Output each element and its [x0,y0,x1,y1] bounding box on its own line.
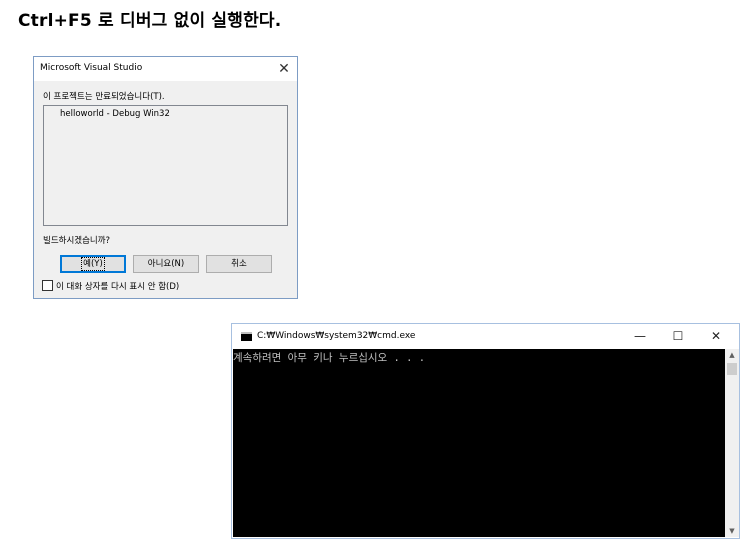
list-item[interactable]: helloworld - Debug Win32 [60,109,170,119]
cancel-button-label: 취소 [231,259,247,269]
page-heading: Ctrl+F5 로 디버그 없이 실행한다. [18,11,282,31]
cmd-console-window: C:₩Windows₩system32₩cmd.exe — ☐ ✕ 계속하려면 … [231,323,740,539]
scroll-up-icon[interactable]: ▲ [725,349,739,361]
outdated-message: 이 프로젝트는 만료되었습니다(T). [43,92,165,102]
maximize-icon[interactable]: ☐ [659,324,697,349]
no-button-label: 아니요(N) [147,259,185,269]
console-screen[interactable]: 계속하려면 아무 키나 누르십시오 . . . [233,349,725,537]
vertical-scrollbar[interactable]: ▲ ▼ [725,349,739,537]
console-output: 계속하려면 아무 키나 누르십시오 . . . [233,352,426,364]
scrollbar-thumb[interactable] [727,363,737,375]
console-titlebar[interactable]: C:₩Windows₩system32₩cmd.exe — ☐ ✕ [232,324,739,349]
cancel-button[interactable]: 취소 [206,255,272,273]
close-icon[interactable]: ✕ [697,324,735,349]
dialog-title: Microsoft Visual Studio [40,63,143,73]
dont-show-again-checkbox[interactable] [42,280,53,291]
scroll-down-icon[interactable]: ▼ [725,525,739,537]
project-listbox[interactable]: helloworld - Debug Win32 [43,105,288,226]
dont-show-again-label[interactable]: 이 대화 상자를 다시 표시 안 함(D) [56,282,179,292]
build-prompt: 빌드하시겠습니까? [43,236,111,246]
yes-button-label: 예(Y) [81,257,105,271]
yes-button[interactable]: 예(Y) [60,255,126,273]
vs-build-dialog: Microsoft Visual Studio ✕ 이 프로젝트는 만료되었습니… [33,56,298,299]
console-title: C:₩Windows₩system32₩cmd.exe [257,331,416,341]
console-app-icon [241,332,252,341]
minimize-icon[interactable]: — [621,324,659,349]
no-button[interactable]: 아니요(N) [133,255,199,273]
close-icon[interactable]: ✕ [271,57,297,81]
dont-show-again-row[interactable]: 이 대화 상자를 다시 표시 안 함(D) [42,280,179,292]
dialog-titlebar[interactable]: Microsoft Visual Studio ✕ [34,57,297,81]
